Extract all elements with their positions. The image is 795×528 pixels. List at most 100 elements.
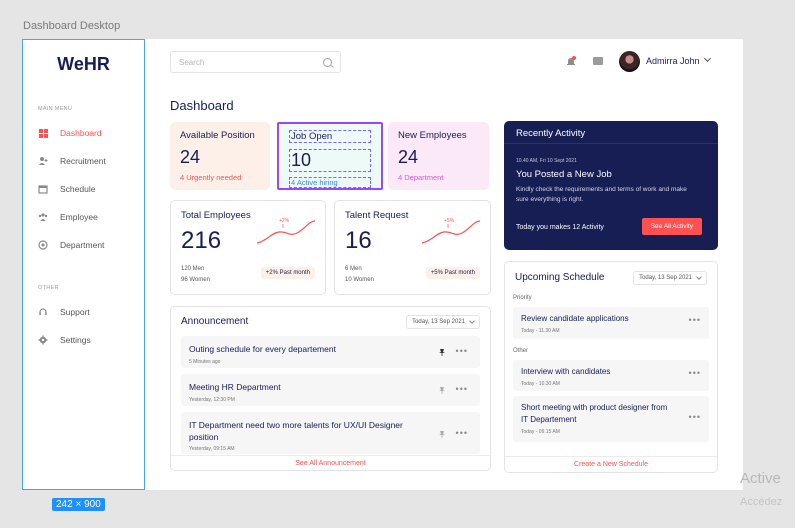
card-subtext: 4 Urgently needed xyxy=(180,173,242,182)
frame-label: Dashboard Desktop xyxy=(23,20,121,32)
sidebar-item-label: Recruitment xyxy=(60,156,106,166)
pin-icon[interactable] xyxy=(438,430,446,438)
talent-request-card[interactable]: Talent Request 16 6 Men 10 Women +5% Pas… xyxy=(334,200,491,295)
activity-title: Recently Activity xyxy=(504,121,718,144)
search-input[interactable] xyxy=(179,57,299,67)
card-subtext: 4 Active hiring xyxy=(289,177,371,188)
schedule-time: Today - 10.30 AM xyxy=(521,381,560,387)
card-value: 24 xyxy=(180,147,201,167)
trend-sparkline: +5% xyxy=(421,218,481,244)
avatar[interactable] xyxy=(619,51,640,72)
activity-count: Today you makes 12 Activity xyxy=(516,224,604,231)
dashboard-canvas: WeHR MAIN MENU Dashboard Recruitment Sch… xyxy=(23,39,743,490)
sidebar-item-schedule[interactable]: Schedule xyxy=(38,181,95,197)
sidebar-item-department[interactable]: Department xyxy=(38,237,104,253)
sidebar-item-label: Support xyxy=(60,307,90,317)
men-count: 120 Men xyxy=(181,266,205,272)
announcement-time: 5 Minutes ago xyxy=(189,359,221,365)
trend-badge: +5% Past month xyxy=(425,267,480,279)
activity-description: Kindly check the requirements and terms … xyxy=(516,186,687,203)
trend-badge: +2% Past month xyxy=(260,267,315,279)
announcement-title: Announcement xyxy=(181,316,249,327)
more-options-icon[interactable]: ••• xyxy=(456,346,468,356)
schedule-date-select[interactable]: Today, 13 Sep 2021 xyxy=(633,271,707,285)
sidebar-item-label: Settings xyxy=(60,335,91,345)
sidebar-item-support[interactable]: Support xyxy=(38,304,90,320)
schedule-text: Review candidate applications xyxy=(521,314,629,323)
sidebar-item-settings[interactable]: Settings xyxy=(38,332,91,348)
announcement-time: Yesterday, 12:30 PM xyxy=(189,397,235,403)
gear-icon xyxy=(38,335,48,345)
users-icon xyxy=(38,212,48,222)
frame-size-tag: 242 × 900 xyxy=(52,498,105,511)
page-title: Dashboard xyxy=(170,98,234,113)
sidebar-item-label: Schedule xyxy=(60,184,96,194)
schedule-text: Short meeting with product designer from… xyxy=(521,403,668,424)
watermark-line1: Active xyxy=(740,470,781,487)
more-options-icon[interactable]: ••• xyxy=(456,384,468,394)
sidebar-item-employee[interactable]: Employee xyxy=(38,209,98,225)
announcement-item[interactable]: IT Department need two more talents for … xyxy=(181,412,480,454)
upcoming-schedule-panel: Upcoming Schedule Today, 13 Sep 2021 Pri… xyxy=(504,261,718,473)
announcement-panel: Announcement Today, 13 Sep 2021 Outing s… xyxy=(170,306,491,471)
user-name[interactable]: Admirra John xyxy=(646,56,700,66)
schedule-item[interactable]: Short meeting with product designer from… xyxy=(513,396,709,442)
main-menu-caption: MAIN MENU xyxy=(38,106,73,112)
schedule-title: Upcoming Schedule xyxy=(515,272,605,283)
schedule-item[interactable]: Review candidate applications Today - 11… xyxy=(513,307,709,339)
women-count: 10 Women xyxy=(345,277,374,283)
announcement-time: Yesterday, 09:15 AM xyxy=(189,446,235,452)
schedule-time: Today - 09.15 AM xyxy=(521,429,560,435)
grid-icon xyxy=(38,128,48,138)
search-icon[interactable] xyxy=(323,57,332,67)
notification-bell-icon[interactable] xyxy=(566,56,576,66)
priority-caption: Priority xyxy=(513,295,532,301)
announcement-date-select[interactable]: Today, 13 Sep 2021 xyxy=(406,315,480,329)
sidebar-item-dashboard[interactable]: Dashboard xyxy=(38,125,102,141)
card-title: Available Position xyxy=(180,130,255,141)
search-box[interactable] xyxy=(170,51,341,73)
more-options-icon[interactable]: ••• xyxy=(689,368,701,378)
available-position-card[interactable]: Available Position 24 4 Urgently needed xyxy=(170,122,270,190)
chevron-down-icon[interactable] xyxy=(703,54,712,63)
card-title: Job Open xyxy=(289,130,371,143)
more-options-icon[interactable]: ••• xyxy=(689,412,701,422)
announcement-text: Outing schedule for every departement xyxy=(189,344,336,354)
schedule-item[interactable]: Interview with candidates Today - 10.30 … xyxy=(513,360,709,391)
total-employees-card[interactable]: Total Employees 216 120 Men 96 Women +2%… xyxy=(170,200,326,295)
more-options-icon[interactable]: ••• xyxy=(456,428,468,438)
chat-icon[interactable] xyxy=(593,57,603,65)
calendar-icon xyxy=(38,184,48,194)
spark-label: +5% xyxy=(444,218,455,224)
card-value: 10 xyxy=(289,149,371,172)
schedule-time: Today - 11.30 AM xyxy=(521,328,560,334)
headset-icon xyxy=(38,307,48,317)
user-plus-icon xyxy=(38,156,48,166)
recent-activity-panel: Recently Activity 10.40 AM, Fri 10 Sept … xyxy=(504,121,718,250)
see-all-activity-button[interactable]: See All Activity xyxy=(641,218,702,235)
other-caption: OTHER xyxy=(38,285,59,291)
other-caption: Other xyxy=(513,348,529,354)
sidebar-item-label: Employee xyxy=(60,212,98,222)
sidebar-item-label: Dashboard xyxy=(60,128,102,138)
announcement-text: Meeting HR Department xyxy=(189,382,281,392)
pin-icon[interactable] xyxy=(438,348,446,356)
more-options-icon[interactable]: ••• xyxy=(689,315,701,325)
job-open-card[interactable]: Job Open 10 4 Active hiring xyxy=(277,122,383,190)
globe-icon xyxy=(38,240,48,250)
see-all-announcement-link[interactable]: See All Announcement xyxy=(171,455,490,470)
spark-label: +2% xyxy=(279,218,290,224)
women-count: 96 Women xyxy=(181,277,210,283)
create-schedule-link[interactable]: Create a New Schedule xyxy=(505,456,717,472)
pin-icon[interactable] xyxy=(438,386,446,394)
announcement-item[interactable]: Meeting HR Department Yesterday, 12:30 P… xyxy=(181,374,480,406)
activity-time: 10.40 AM, Fri 10 Sept 2021 xyxy=(516,158,577,164)
announcement-text: IT Department need two more talents for … xyxy=(189,420,403,442)
sidebar-item-recruitment[interactable]: Recruitment xyxy=(38,153,106,169)
card-subtext: 4 Department xyxy=(398,173,444,182)
sidebar: WeHR MAIN MENU Dashboard Recruitment Sch… xyxy=(23,39,145,490)
new-employees-card[interactable]: New Employees 24 4 Department xyxy=(388,122,489,190)
watermark-line2: Accédez xyxy=(740,496,783,508)
announcement-item[interactable]: Outing schedule for every departement 5 … xyxy=(181,336,480,368)
sidebar-item-label: Department xyxy=(60,240,105,250)
